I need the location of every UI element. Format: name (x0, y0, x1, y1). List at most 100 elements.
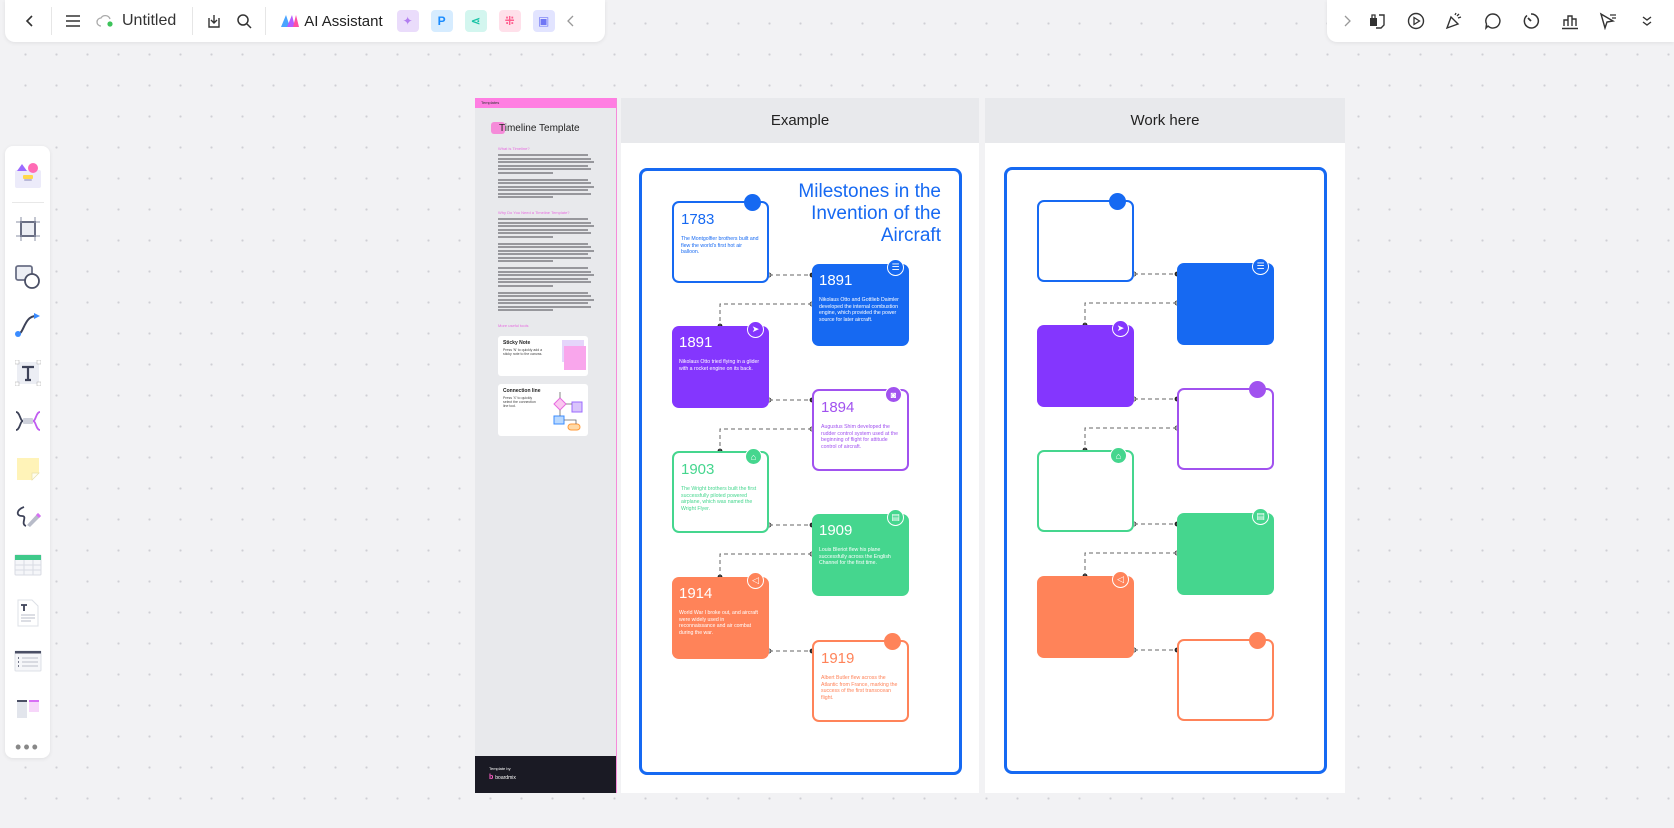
timeline-card[interactable]: 1891 Nikolaus Otto tried flying in a glid… (672, 321, 769, 408)
badge-dot-icon (744, 194, 761, 211)
frame-work-header: Work here (985, 98, 1345, 143)
timeline-card[interactable]: 1914 World War I broke out, and aircraft … (672, 572, 769, 659)
save-download-button[interactable] (199, 6, 229, 36)
back-button[interactable] (15, 6, 45, 36)
timeline-description: World War I broke out, and aircraft were… (679, 610, 758, 636)
connector-line[interactable] (1084, 552, 1177, 576)
celebrate-button[interactable] (1438, 6, 1470, 36)
sidebar-item-mindmap[interactable] (10, 403, 46, 439)
timeline-card[interactable]: ⌂ (1037, 447, 1134, 532)
left-sidebar: ••• (5, 146, 50, 758)
app-ai-image-button[interactable]: ✦ (396, 10, 419, 32)
badge-dot-icon (1249, 381, 1266, 398)
template-icon (1370, 14, 1386, 29)
connector-line[interactable] (719, 553, 812, 577)
connector-line[interactable] (1084, 302, 1177, 325)
laser-pointer-button[interactable] (1592, 6, 1624, 36)
timeline-card[interactable] (1037, 193, 1134, 282)
frame-example[interactable]: Example Milestones in the Invention of t… (621, 98, 979, 793)
sidebar-item-frame[interactable] (10, 211, 46, 247)
template-title: Timeline Template (491, 122, 616, 134)
document-title[interactable]: Untitled (122, 12, 176, 30)
timeline-card[interactable] (1177, 632, 1274, 721)
text-line (498, 298, 594, 301)
sidebar-item-sticky-note[interactable] (10, 451, 46, 487)
text-line (498, 260, 553, 262)
sidebar-item-document[interactable] (10, 595, 46, 631)
tool-card-text: Press 'X' to quickly select the connecti… (503, 396, 536, 408)
footer-label: Template by (489, 766, 511, 771)
chevron-left-icon (566, 15, 574, 27)
more-chevron-down-icon (1642, 16, 1652, 26)
frame-work-here[interactable]: Work here ☰ ➤ ⌂ ▤ ◁ (985, 98, 1345, 793)
timeline-card[interactable]: 1903 The Wright brothers built the first … (672, 448, 769, 533)
present-button[interactable] (1400, 6, 1432, 36)
comment-button[interactable] (1477, 6, 1509, 36)
timeline-card[interactable] (1177, 381, 1274, 470)
app-mindmap-button[interactable]: ⋖ (464, 10, 487, 32)
app-shortcuts: ✦ P ⋖ ⁜ ▣ (391, 10, 561, 32)
tool-card-sticky-note[interactable]: Sticky Note Press 'N' to quickly add a s… (498, 336, 588, 376)
text-line (498, 218, 588, 220)
tool-card-connection-line[interactable]: Connection line Press 'X' to quickly sel… (498, 384, 588, 436)
search-button[interactable] (229, 6, 259, 36)
connector-line[interactable] (719, 428, 812, 451)
timeline-description: Nikolaus Otto and Gottlieb Daimler devel… (819, 297, 899, 323)
menu-button[interactable] (58, 6, 88, 36)
vote-button[interactable] (1554, 6, 1586, 36)
timeline-description: Albert Butler flew across the Atlantic f… (821, 675, 898, 701)
sidebar-item-list[interactable] (10, 643, 46, 679)
expand-toolbar-button[interactable] (1338, 6, 1355, 36)
ai-assistant-button[interactable]: AI Assistant (272, 13, 390, 30)
timeline-card[interactable]: 1894 Augustus Shim developed the rudder c… (812, 386, 909, 471)
celebrate-icon (1446, 12, 1462, 30)
collapse-toolbar-button[interactable] (561, 6, 581, 36)
timeline-card[interactable]: ☰ (1177, 258, 1274, 345)
timeline-card[interactable]: 1919 Albert Butler flew across the Atlant… (812, 633, 909, 722)
more-tools-button[interactable]: ••• (15, 737, 40, 758)
timeline-card[interactable]: 1909 Louis Bleriot flew his plane success… (812, 509, 909, 596)
footer-brand: b boardmix (489, 774, 602, 781)
sidebar-item-pen[interactable] (10, 499, 46, 535)
mindmap-icon (15, 411, 40, 431)
text-line (498, 249, 594, 252)
timeline-card[interactable]: ▤ (1177, 508, 1274, 595)
timeline-card[interactable]: 1783 The Montgolfier brothers built and f… (672, 194, 769, 283)
app-presentation-button[interactable]: P (430, 10, 453, 32)
text-line (498, 171, 553, 174)
text-line (498, 281, 591, 283)
timeline-card[interactable]: ➤ (1037, 320, 1134, 407)
timeline-year: 1783 (681, 211, 715, 228)
sticky-note-icon (16, 458, 40, 481)
sidebar-item-templates[interactable] (10, 158, 46, 194)
timeline-card[interactable]: 1891 Nikolaus Otto and Gottlieb Daimler d… (812, 259, 909, 346)
sidebar-item-connector[interactable] (10, 307, 46, 343)
table-icon (14, 554, 41, 576)
document-title-area[interactable]: Untitled (88, 12, 186, 30)
sidebar-item-text[interactable] (10, 355, 46, 391)
text-line (498, 267, 588, 269)
connector-line[interactable] (1084, 427, 1177, 450)
document-icon: ☰ (887, 259, 904, 276)
app-chat-button[interactable]: ▣ (532, 10, 555, 32)
top-toolbar: Untitled AI Assistant ✦ P ⋖ ⁜ ▣ (5, 0, 605, 42)
timeline-card[interactable]: ◁ (1037, 571, 1134, 658)
document-icon (17, 599, 38, 627)
template-button[interactable] (1361, 6, 1393, 36)
search-icon (237, 14, 252, 29)
sidebar-item-shapes[interactable] (10, 259, 46, 295)
text-line (498, 182, 591, 184)
more-tools-button[interactable] (1630, 6, 1662, 36)
timer-button[interactable] (1515, 6, 1547, 36)
app-flowchart-button[interactable]: ⁜ (498, 10, 521, 32)
template-info-panel: Templates Timeline Template What is Time… (475, 98, 617, 793)
timeline-description: Augustus Shim developed the rudder contr… (821, 424, 898, 450)
sidebar-item-table[interactable] (10, 547, 46, 583)
sidebar-item-kanban[interactable] (10, 691, 46, 727)
connector-line[interactable] (719, 303, 812, 326)
text-line (498, 221, 591, 224)
list-icon (14, 650, 41, 672)
timeline-title-line: Aircraft (880, 225, 941, 246)
badge-dot-icon (1109, 193, 1126, 210)
text-line (498, 168, 591, 170)
